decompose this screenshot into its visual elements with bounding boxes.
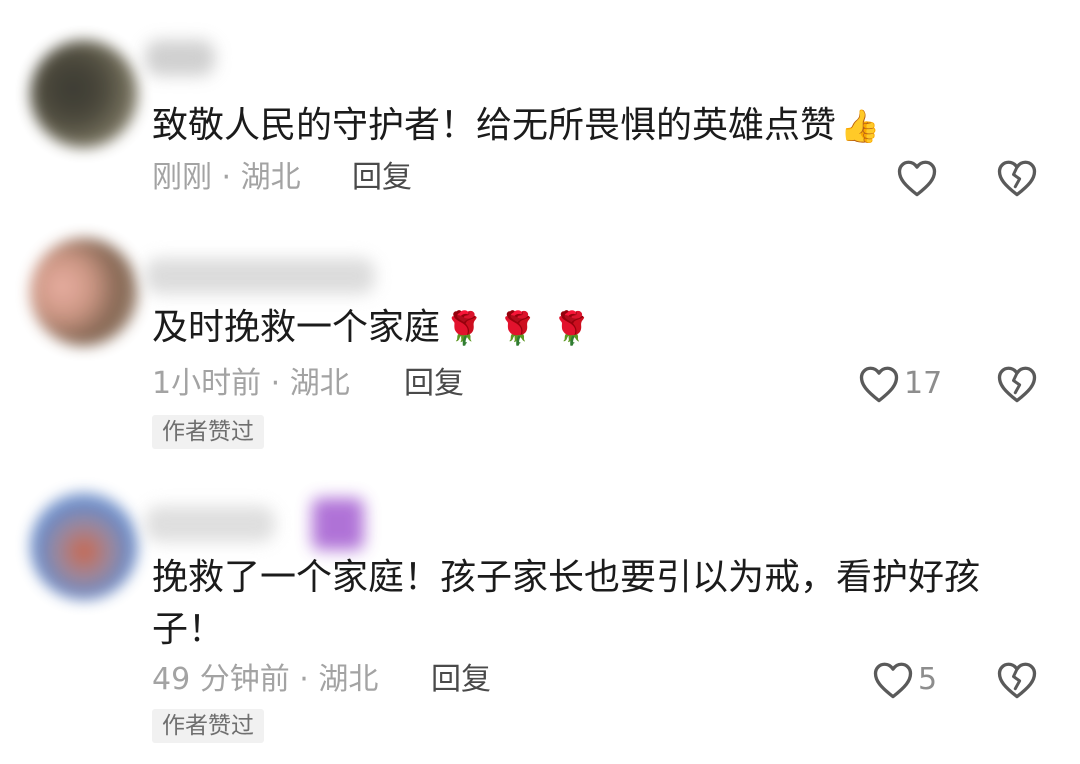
comment-list: 致敬人民的守护者！给无所畏惧的英雄点赞 👍 刚刚 · 湖北 回复 及时挽救一个家… xyxy=(0,0,1080,764)
like-count: 5 xyxy=(918,662,938,697)
heart-outline-icon xyxy=(872,660,914,700)
comment-body: 挽救了一个家庭！孩子家长也要引以为戒，看护好孩子！ xyxy=(152,557,981,650)
comment-text: 挽救了一个家庭！孩子家长也要引以为戒，看护好孩子！ xyxy=(152,552,1032,656)
reply-button[interactable]: 回复 xyxy=(431,660,491,700)
dislike-button[interactable] xyxy=(996,660,1038,700)
avatar[interactable] xyxy=(30,492,138,600)
username-blurred[interactable] xyxy=(145,506,275,542)
comment-item: 挽救了一个家庭！孩子家长也要引以为戒，看护好孩子！ 49 分钟前 · 湖北 回复… xyxy=(0,0,1080,764)
comment-time-location: 49 分钟前 · 湖北 xyxy=(152,662,379,697)
author-liked-badge: 作者赞过 xyxy=(152,709,264,743)
like-button[interactable]: 5 xyxy=(872,660,937,700)
broken-heart-icon xyxy=(996,660,1038,700)
user-badge-blurred xyxy=(312,498,364,550)
